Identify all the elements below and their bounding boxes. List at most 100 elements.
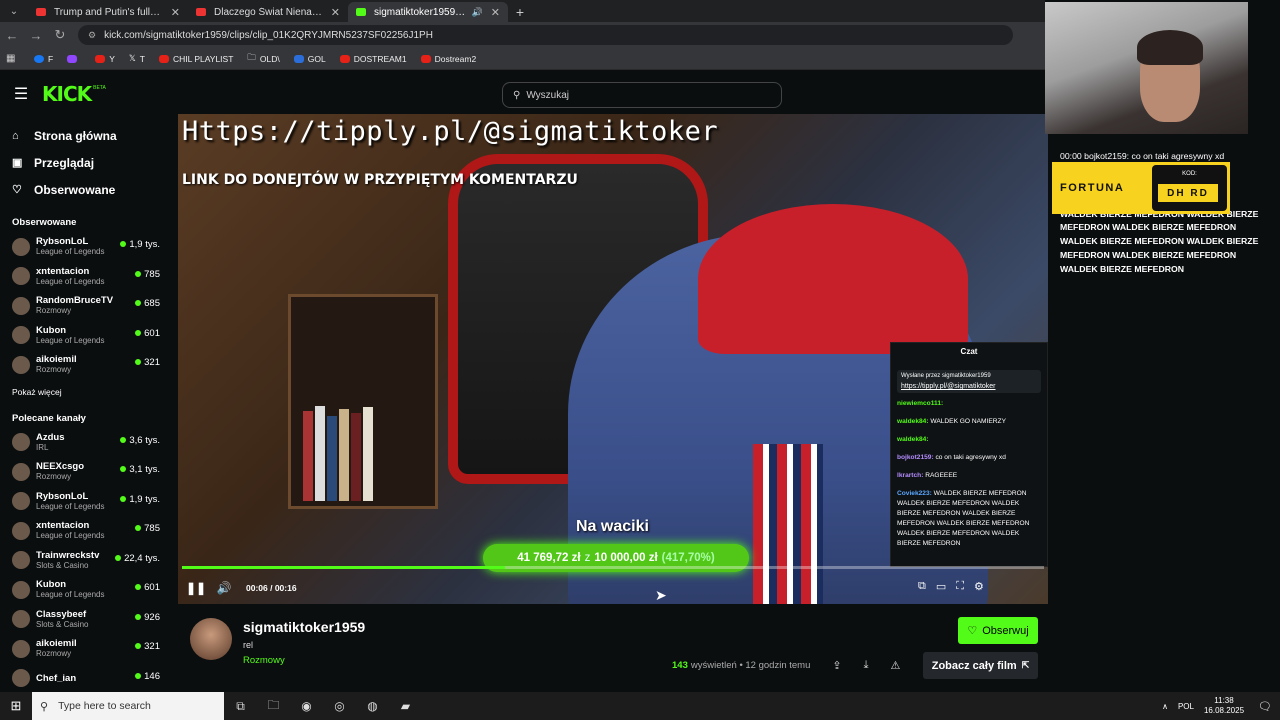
bookmark-2[interactable]: Y — [95, 54, 115, 64]
chat-username[interactable]: niewiemco111: — [897, 400, 943, 407]
bookmark-5[interactable]: 🗀 OLD\ — [247, 52, 279, 66]
chat-username[interactable]: bojkot2159: — [897, 454, 934, 461]
tab-0[interactable]: Trump and Putin's full news co✕ — [28, 2, 188, 22]
bookmark-4[interactable]: CHIL PLAYLIST — [158, 54, 233, 64]
avatar — [12, 669, 30, 688]
live-dot-icon — [120, 436, 127, 443]
sidebar-channel[interactable]: xntentacion League of Legends 785 — [0, 262, 170, 292]
pause-icon[interactable]: ❚❚ — [182, 581, 210, 595]
notification-icon[interactable]: 🗨 — [1258, 700, 1272, 713]
volume-icon[interactable]: 🔊 — [210, 581, 238, 595]
tab-strip: ⌄ Trump and Putin's full news co✕ Dlacze… — [0, 0, 1045, 22]
clip-category[interactable]: Rozmowy — [243, 655, 285, 666]
sidebar-channel[interactable]: Azdus IRL 3,6 tys. — [0, 428, 170, 458]
file-explorer-icon[interactable]: 🗀 — [257, 696, 290, 717]
search-input[interactable]: ⚲ Wyszukaj — [502, 82, 782, 108]
report-icon[interactable]: ⚠ — [890, 659, 900, 672]
bookmark-8[interactable]: Dostream2 — [420, 54, 476, 64]
pip-icon[interactable]: ⧉ — [918, 580, 926, 593]
goal-label: Na waciki — [576, 518, 649, 535]
channel-name[interactable]: sigmatiktoker1959 — [243, 619, 365, 635]
sidebar: ⌂ Strona główna ▣ Przeglądaj ♡ Obserwowane … — [0, 118, 170, 692]
sidebar-channel[interactable]: NEEXcsgo Rozmowy 3,1 tys. — [0, 457, 170, 487]
apps-icon[interactable]: ▦ — [6, 53, 20, 64]
beta-badge: BETA — [93, 85, 106, 91]
overlay-chat-text: WALDEK BIERZE MEFEDRON WALDEK BIERZE MEF… — [1060, 208, 1259, 274]
sidebar-item-browse[interactable]: ▣ Przeglądaj — [0, 149, 170, 176]
sidebar-item-home[interactable]: ⌂ Strona główna — [0, 122, 170, 149]
app2-icon[interactable]: ▰ — [389, 699, 422, 713]
forward-icon[interactable]: → — [24, 28, 48, 43]
bookmark-6[interactable]: GOL — [293, 54, 326, 64]
theater-icon[interactable]: ▭ — [936, 580, 946, 593]
viewer-count: 146 — [135, 671, 160, 682]
url-field[interactable]: ⚙ kick.com/sigmatiktoker1959/clips/clip_0… — [78, 25, 1013, 45]
bookmark-0[interactable]: F — [34, 54, 53, 64]
watch-full-button[interactable]: Zobacz cały film ⇱ — [923, 652, 1038, 679]
sidebar-channel[interactable]: xntentacion League of Legends 785 — [0, 516, 170, 546]
clock[interactable]: 11:38 16.08.2025 — [1204, 696, 1244, 716]
sidebar-channel[interactable]: Kubon League of Legends 601 — [0, 575, 170, 605]
sidebar-channel[interactable]: aikoiemil Rozmowy 321 — [0, 350, 170, 380]
close-tab-icon[interactable]: ✕ — [491, 6, 500, 19]
tray-chevron-icon[interactable]: ∧ — [1162, 702, 1168, 711]
share-icon[interactable]: ⇪ — [832, 659, 841, 672]
video-player[interactable]: Https://tipply.pl/@sigmatiktoker LINK DO… — [178, 114, 1048, 604]
speaker-icon[interactable]: 🔊 — [472, 7, 483, 18]
live-dot-icon — [135, 359, 142, 365]
avatar — [12, 580, 30, 599]
chat-username[interactable]: Coviek223: — [897, 490, 932, 497]
download-icon[interactable]: ⤓ — [864, 659, 869, 672]
bookshelf — [288, 294, 438, 509]
chrome-icon[interactable]: ◎ — [323, 699, 356, 713]
windows-start-icon[interactable]: ⊞ — [0, 698, 32, 714]
avatar — [12, 267, 30, 286]
twitch-icon — [67, 54, 78, 63]
bookmarks-bar: ▦ F Y 𝕏T CHIL PLAYLIST 🗀 OLD\ GOL DOSTREA… — [0, 48, 1045, 70]
app-icon[interactable]: ◍ — [356, 699, 389, 713]
live-dot-icon — [115, 554, 122, 561]
taskbar-search[interactable]: ⚲ Type here to search — [32, 692, 224, 720]
settings-icon[interactable]: ⚙ — [974, 580, 984, 593]
sidebar-channel[interactable]: Trainwreckstv Slots & Casino 22,4 tys. — [0, 546, 170, 576]
site-info-icon[interactable]: ⚙ — [88, 30, 96, 41]
reload-icon[interactable]: ↻ — [48, 27, 72, 43]
chat-username[interactable]: lkrartch: — [897, 472, 923, 479]
bookmark-1[interactable] — [67, 54, 81, 63]
mouse-cursor: ➤ — [655, 587, 667, 603]
bookmark-7[interactable]: DOSTREAM1 — [339, 54, 407, 64]
sidebar-channel[interactable]: RandomBruceTV Rozmowy 685 — [0, 291, 170, 321]
tab-2[interactable]: sigmatiktoker1959 - Watch🔊✕ — [348, 2, 508, 22]
chat-username[interactable]: waldek84: — [897, 418, 929, 425]
clip-meta: 143 wyświetleń • 12 godzin temu ⇪ ⤓ ⚠ — [672, 659, 901, 672]
chat-text: co on taki agresywny xd — [935, 454, 1006, 461]
avatar[interactable] — [190, 618, 232, 660]
follow-button[interactable]: ♡ Obserwuj — [958, 617, 1038, 644]
task-view-icon[interactable]: ⧉ — [224, 699, 257, 714]
tab-search-chevron-icon[interactable]: ⌄ — [0, 0, 28, 22]
sidebar-channel[interactable]: Kubon League of Legends 601 — [0, 321, 170, 351]
viewer-count: 3,6 tys. — [120, 435, 160, 446]
sidebar-channel[interactable]: aikoiemil Rozmowy 321 — [0, 634, 170, 664]
new-tab-button[interactable]: + — [508, 2, 532, 22]
show-more-link[interactable]: Pokaż więcej — [0, 387, 170, 397]
menu-icon[interactable]: ☰ — [0, 84, 42, 104]
chat-username[interactable]: waldek84: — [897, 436, 929, 443]
discord-icon[interactable]: ◉ — [290, 699, 323, 713]
bookmark-3[interactable]: 𝕏T — [129, 53, 145, 64]
sidebar-item-following[interactable]: ♡ Obserwowane — [0, 176, 170, 203]
tab-1[interactable]: Dlaczego Świat Nienawidzi Mę✕ — [188, 2, 348, 22]
sidebar-channel[interactable]: Classybeef Slots & Casino 926 — [0, 605, 170, 635]
fullscreen-icon[interactable]: ⛶ — [956, 580, 964, 593]
sidebar-channel[interactable]: Chef_ian 146 — [0, 664, 170, 693]
close-tab-icon[interactable]: ✕ — [171, 6, 180, 19]
sidebar-channel[interactable]: RybsonLoL League of Legends 1,9 tys. — [0, 232, 170, 262]
kick-logo[interactable]: KICK — [42, 82, 92, 106]
channel-category: Slots & Casino — [36, 560, 89, 570]
live-dot-icon — [135, 300, 142, 306]
sidebar-channel[interactable]: RybsonLoL League of Legends 1,9 tys. — [0, 487, 170, 517]
back-icon[interactable]: ← — [0, 28, 24, 43]
close-tab-icon[interactable]: ✕ — [331, 6, 340, 19]
language-indicator[interactable]: POL — [1178, 702, 1194, 711]
video-progress-bar[interactable] — [182, 566, 1044, 569]
